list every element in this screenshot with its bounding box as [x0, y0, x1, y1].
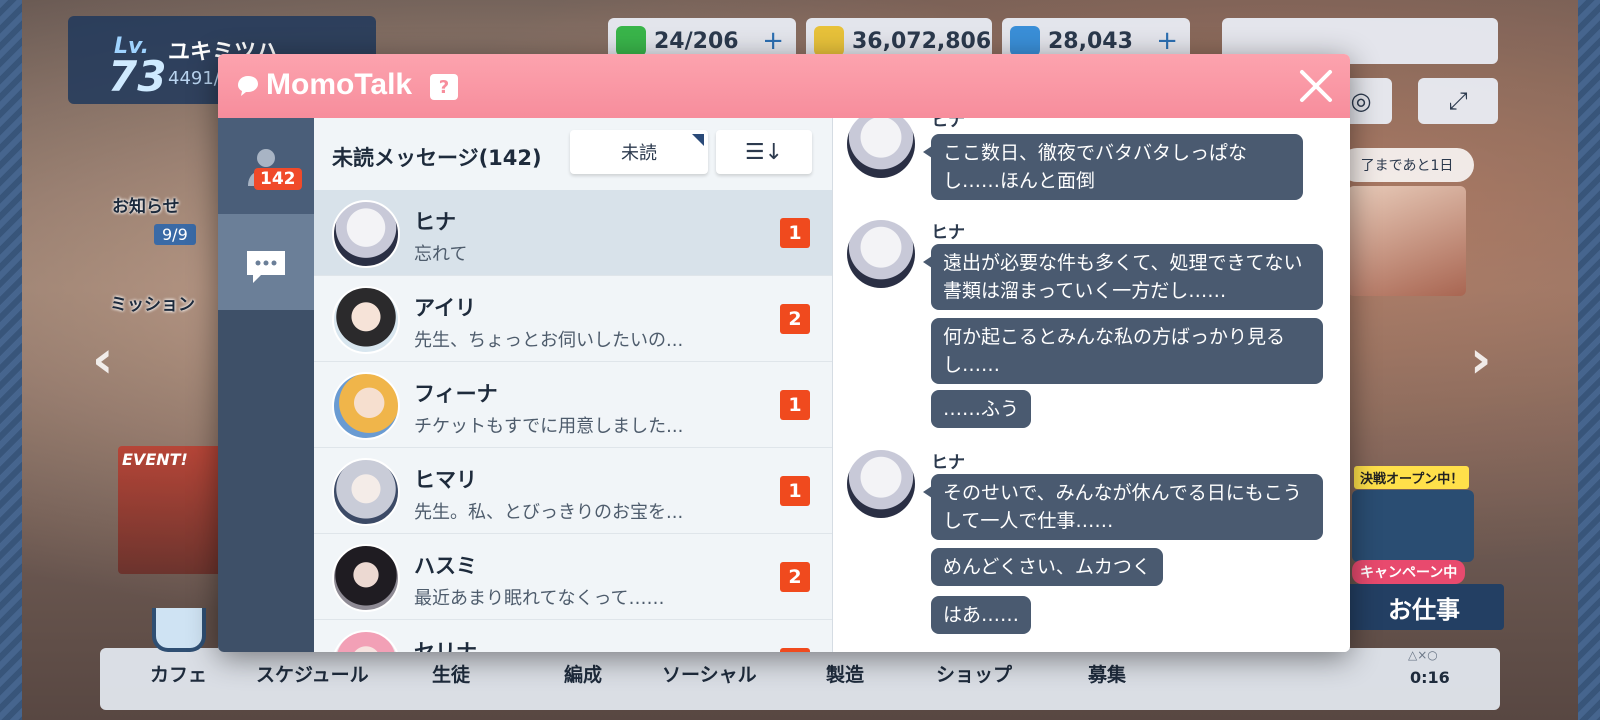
- message-bubble: 遠出が必要な件も多くて、処理できてない書類は溜まっていく一方だし……: [923, 244, 1323, 310]
- pyroxene-plus-icon[interactable]: +: [1156, 26, 1178, 56]
- list-item[interactable]: アイリ 先生、ちょっとお伺いしたいの... 2: [314, 276, 832, 362]
- pvp-banner[interactable]: [1352, 490, 1474, 562]
- avatar: [847, 220, 915, 288]
- modal-header: MomoTalk ?: [218, 54, 1350, 118]
- avatar: [332, 458, 400, 526]
- credit-icon: [814, 26, 844, 56]
- list-item[interactable]: ヒマリ 先生。私、とびっきりのお宝を... 1: [314, 448, 832, 534]
- message-bubble: ここ数日、徹夜でバタバタしっぱなし……ほんと面倒: [923, 134, 1303, 200]
- thread-name: フィーナ: [414, 382, 498, 406]
- momotalk-window: MomoTalk ? 142 未読メッセージ(142) 未読 ☰↓ ヒナ 忘れて…: [218, 54, 1350, 652]
- controller-symbols: △×○: [1408, 648, 1438, 662]
- message-bubble: 何か起こるとみんな私の方ばっかり見るし……: [931, 318, 1323, 384]
- message-sender: ヒナ: [931, 118, 965, 131]
- tab-messages[interactable]: [218, 214, 314, 310]
- thread-unread-count: 2: [780, 562, 810, 592]
- nav-shop[interactable]: ショップ: [936, 660, 1012, 687]
- chevron-left-icon[interactable]: ‹: [92, 330, 113, 390]
- thread-name: ヒナ: [414, 210, 456, 234]
- chat-pane[interactable]: ヒナ ここ数日、徹夜でバタバタしっぱなし……ほんと面倒 ヒナ 遠出が必要な件も多…: [832, 118, 1350, 652]
- thread-unread-count: 2: [780, 304, 810, 334]
- event-tag: EVENT!: [122, 450, 188, 469]
- nav-formation[interactable]: 編成: [564, 660, 602, 687]
- work-button[interactable]: お仕事: [1344, 584, 1504, 630]
- nav-craft[interactable]: 製造: [826, 660, 864, 687]
- thread-name: ヒマリ: [414, 468, 477, 492]
- list-toolbar: 未読メッセージ(142) 未読 ☰↓: [314, 118, 832, 190]
- thread-name: アイリ: [414, 296, 476, 320]
- credit-value: 36,072,806: [852, 28, 992, 54]
- close-icon[interactable]: [1298, 68, 1334, 104]
- message-sender: ヒナ: [931, 223, 965, 243]
- nav-schedule[interactable]: スケジュール: [256, 660, 369, 687]
- thread-unread-count: 1: [780, 476, 810, 506]
- list-item[interactable]: ヒナ 忘れて 1: [314, 190, 832, 276]
- sort-button[interactable]: ☰↓: [716, 130, 812, 174]
- campaign-tag: キャンペーン中: [1352, 560, 1466, 584]
- level-value: 73: [108, 52, 167, 101]
- help-button[interactable]: ?: [430, 74, 458, 100]
- thread-preview: 先生、ちょっとお伺いしたいの...: [414, 330, 684, 351]
- conversation-list: 未読メッセージ(142) 未読 ☰↓ ヒナ 忘れて 1 アイリ 先生、ちょっとお…: [314, 118, 832, 652]
- thread-unread-count: 1: [780, 390, 810, 420]
- thread-name: ハスミ: [414, 554, 477, 578]
- pyroxene-value: 28,043: [1048, 28, 1133, 54]
- ap-icon: [616, 26, 646, 56]
- avatar: [332, 544, 400, 612]
- tab-profile[interactable]: [218, 118, 314, 214]
- nav-students[interactable]: 生徒: [432, 660, 470, 687]
- thread-preview: チケットもすでに用意しました...: [414, 416, 684, 437]
- message-sender: ヒナ: [931, 453, 965, 473]
- avatar: [332, 630, 400, 652]
- filter-dropdown[interactable]: 未読: [570, 130, 708, 174]
- ap-value: 24/206: [654, 28, 739, 54]
- nav-social[interactable]: ソーシャル: [662, 660, 757, 687]
- frame-stripe-right: [1578, 0, 1600, 720]
- list-item[interactable]: ハスミ 最近あまり眠れてなくって…… 2: [314, 534, 832, 620]
- avatar: [847, 118, 915, 178]
- unread-title: 未読メッセージ(142): [332, 146, 542, 170]
- pvp-tag: 決戦オープン中！: [1354, 466, 1470, 489]
- list-item[interactable]: フィーナ チケットもすでに用意しました... 1: [314, 362, 832, 448]
- mission-count: 9/9: [154, 224, 196, 245]
- avatar: [332, 372, 400, 440]
- dropdown-corner-icon: [692, 134, 704, 146]
- nav-recruit[interactable]: 募集: [1088, 660, 1126, 687]
- list-item[interactable]: セリナ 2: [314, 620, 832, 652]
- app-title: MomoTalk: [266, 68, 413, 101]
- message-bubble: ……ふう: [931, 390, 1032, 428]
- tab-rail: [218, 118, 314, 652]
- frame-stripe-left: [0, 0, 22, 720]
- thread-preview: 先生。私、とびっきりのお宝を...: [414, 502, 684, 523]
- thread-preview: 忘れて: [414, 244, 468, 265]
- momotalk-logo-icon: [238, 76, 258, 96]
- message-bubble: はあ……: [931, 596, 1032, 634]
- filter-label: 未読: [621, 143, 657, 164]
- player-exp: 4491/: [168, 68, 220, 89]
- notice-label[interactable]: お知らせ: [112, 192, 180, 217]
- message-bubble: そのせいで、みんなが休んでる日にもこうして一人で仕事……: [923, 474, 1323, 540]
- thread-name: セリナ: [414, 640, 477, 652]
- mission-label[interactable]: ミッション: [110, 290, 195, 315]
- thread-unread-count: 2: [780, 648, 810, 652]
- pyroxene-icon: [1010, 26, 1040, 56]
- event-banner-right[interactable]: [1348, 186, 1466, 296]
- avatar: [332, 286, 400, 354]
- clock: 0:16: [1410, 668, 1450, 687]
- event-countdown: 了まであと1日: [1340, 148, 1474, 182]
- nav-cafe[interactable]: カフェ: [150, 660, 207, 687]
- unread-badge: 142: [254, 168, 302, 190]
- message-bubble: めんどくさい、ムカつく: [931, 548, 1163, 586]
- thread-unread-count: 1: [780, 218, 810, 248]
- ap-plus-icon[interactable]: +: [762, 26, 784, 56]
- expand-icon[interactable]: ⤢: [1418, 78, 1498, 124]
- chat-bubble-icon: [247, 251, 285, 283]
- cafe-icon[interactable]: [152, 608, 206, 652]
- avatar: [332, 200, 400, 268]
- avatar: [847, 450, 915, 518]
- chevron-right-icon[interactable]: ›: [1470, 330, 1491, 390]
- thread-preview: 最近あまり眠れてなくって……: [414, 588, 665, 609]
